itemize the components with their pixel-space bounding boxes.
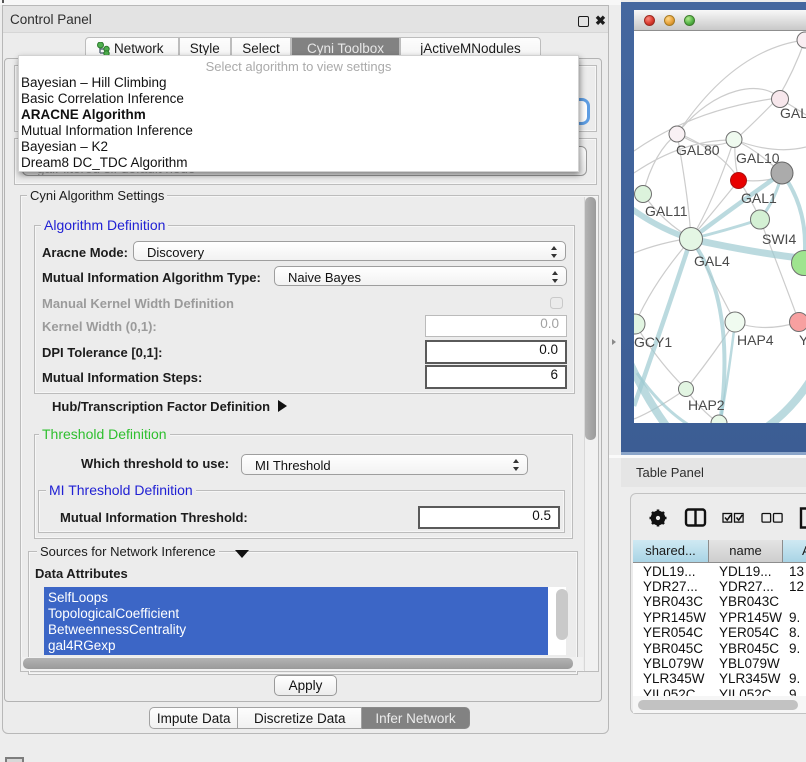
svg-text:GAL7: GAL7 [780, 105, 806, 121]
svg-text:HAP2: HAP2 [688, 397, 725, 413]
svg-text:GCY1: GCY1 [634, 334, 672, 350]
svg-text:YD: YD [799, 332, 806, 348]
svg-text:GAL1: GAL1 [741, 190, 777, 206]
svg-text:GAL80: GAL80 [676, 142, 720, 158]
svg-text:HAP4: HAP4 [737, 332, 774, 348]
svg-text:GAL4: GAL4 [694, 253, 730, 269]
svg-text:SWI4: SWI4 [762, 231, 796, 247]
svg-text:GAL10: GAL10 [736, 150, 780, 166]
svg-text:GAL11: GAL11 [645, 203, 688, 219]
